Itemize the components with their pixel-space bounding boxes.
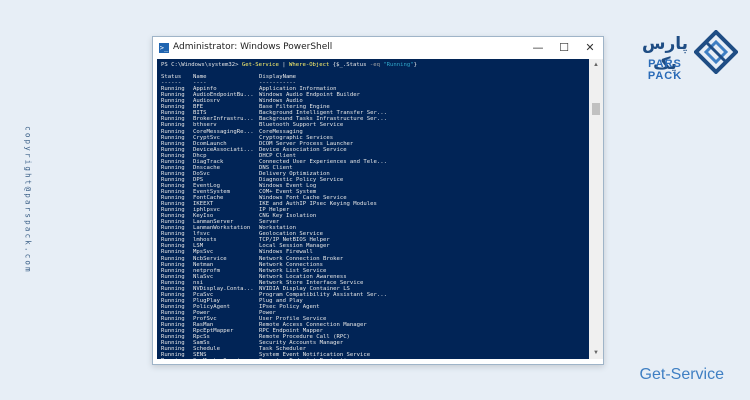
filter-value: "Running" bbox=[383, 62, 414, 68]
service-row: RunningSepMasterServiceSymantec Endpoint… bbox=[161, 358, 589, 359]
cmdlet-where-object: Where-Object bbox=[288, 62, 330, 68]
pipe-operator: | bbox=[278, 62, 289, 68]
powershell-window[interactable]: >_ Administrator: Windows PowerShell — ☐… bbox=[152, 36, 604, 365]
close-button[interactable]: ✕ bbox=[577, 37, 603, 59]
parspack-logo: پارس پک PARS PACK bbox=[636, 28, 738, 82]
copyright-watermark: copyright@parspack.com bbox=[23, 126, 33, 274]
filter-open: {$_.Status bbox=[329, 62, 370, 68]
console-scrollbar[interactable]: ▲ ▼ bbox=[589, 59, 603, 359]
window-title: Administrator: Windows PowerShell bbox=[173, 42, 333, 52]
powershell-icon: >_ bbox=[159, 43, 169, 53]
minimize-button[interactable]: — bbox=[525, 37, 551, 59]
scroll-up-icon[interactable]: ▲ bbox=[589, 59, 603, 71]
console-output[interactable]: PS C:\Windows\system32> Get-Service | Wh… bbox=[157, 59, 589, 359]
scroll-down-icon[interactable]: ▼ bbox=[589, 347, 603, 359]
service-rows: Running Appinfo Application Information Run… bbox=[161, 86, 589, 359]
window-controls: — ☐ ✕ bbox=[525, 37, 603, 59]
logo-diamond-icon bbox=[694, 30, 738, 74]
filter-close: } bbox=[413, 62, 417, 68]
filter-operator: -eq bbox=[369, 62, 380, 68]
prompt: PS C:\Windows\system32> bbox=[161, 62, 242, 68]
service-name: SepMasterService bbox=[193, 358, 259, 359]
cmdlet-get-service: Get-Service bbox=[241, 62, 279, 68]
service-display-name: Symantec Endpoint Protection bbox=[259, 358, 589, 359]
scroll-thumb[interactable] bbox=[592, 103, 600, 115]
window-titlebar[interactable]: >_ Administrator: Windows PowerShell — ☐… bbox=[153, 37, 603, 59]
maximize-button[interactable]: ☐ bbox=[551, 37, 577, 59]
caption-get-service: Get-Service bbox=[639, 366, 724, 383]
service-status: Running bbox=[161, 358, 193, 359]
logo-text-en: PARS PACK bbox=[647, 58, 683, 82]
